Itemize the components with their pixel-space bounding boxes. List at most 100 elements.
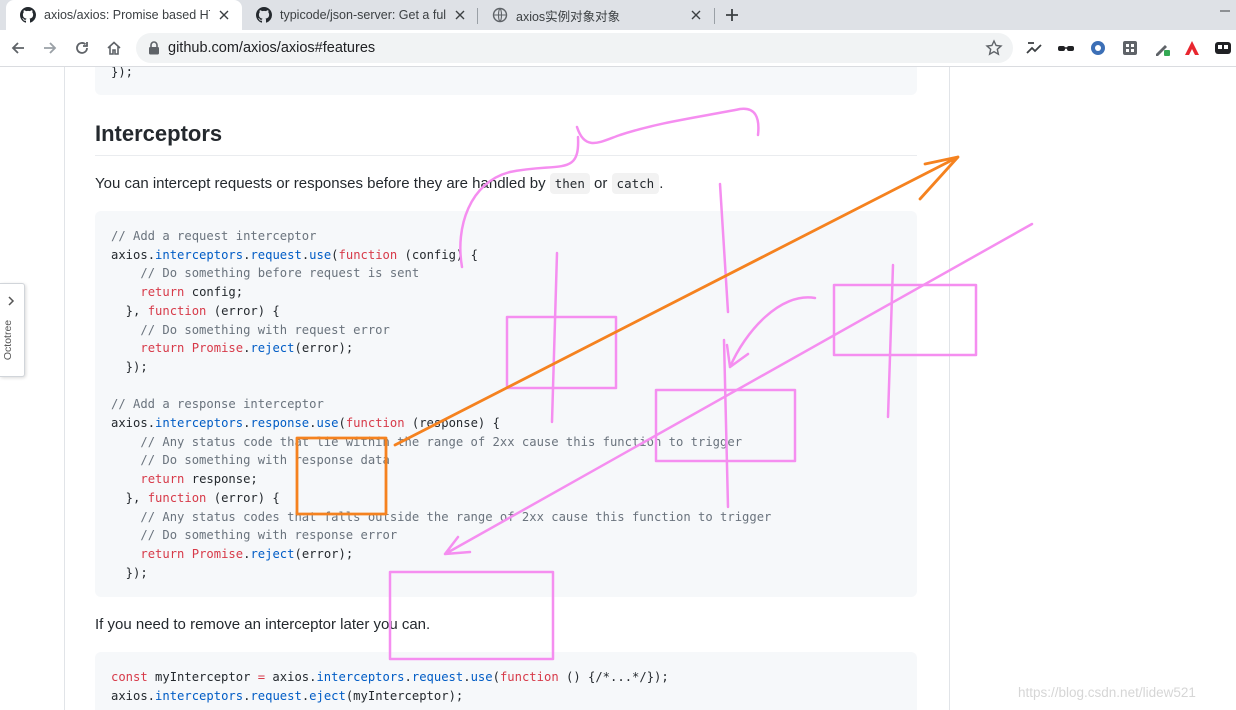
home-icon[interactable] <box>104 38 124 58</box>
code-block-previous: }); <box>95 67 917 95</box>
code-token: (error); <box>294 341 354 356</box>
code-comment: // Add a request interceptor <box>111 229 317 243</box>
code-token: myInterceptor <box>147 670 258 684</box>
github-icon <box>20 7 36 23</box>
code-token: interceptors <box>155 688 244 703</box>
code-token: function <box>147 303 207 318</box>
inline-code-then: then <box>549 173 590 194</box>
code-comment: // Do something with response error <box>140 528 398 543</box>
octotree-label: Octotree <box>2 319 15 361</box>
code-token: interceptors <box>155 247 244 262</box>
code-token: function <box>499 670 559 684</box>
code-token: axios. <box>111 688 156 703</box>
extension-circle-icon[interactable] <box>1089 39 1107 57</box>
code-comment: // Do something with response data <box>140 453 390 468</box>
intro-text: . <box>659 175 664 192</box>
code-token: (error) { <box>206 303 280 318</box>
code-token: return <box>140 546 185 561</box>
code-token: response; <box>184 472 258 487</box>
code-token: use <box>316 416 339 431</box>
intro-text: or <box>589 175 612 192</box>
code-block-interceptors[interactable]: // Add a request interceptor axios.inter… <box>95 211 917 597</box>
intro-paragraph: You can intercept requests or responses … <box>95 173 664 194</box>
remove-interceptor-text: If you need to remove an interceptor lat… <box>95 616 431 633</box>
extension-adobe-icon[interactable] <box>1183 39 1201 57</box>
code-token: request <box>411 670 464 684</box>
minimize-icon[interactable] <box>1218 4 1232 18</box>
tab-strip: axios/axios: Promise based HT typicode/j… <box>0 0 1236 30</box>
code-token: axios <box>111 247 148 262</box>
chevron-right-icon <box>6 294 16 306</box>
close-icon[interactable] <box>688 7 704 23</box>
forward-icon[interactable] <box>40 38 60 58</box>
page-heading: Interceptors <box>95 121 917 156</box>
tab-title: typicode/json-server: Get a ful <box>280 8 446 22</box>
code-token: request <box>250 688 302 703</box>
extension-grid-icon[interactable] <box>1121 39 1139 57</box>
url-text[interactable]: github.com/axios/axios#features <box>168 40 375 56</box>
code-token: (config) { <box>397 247 478 262</box>
tab-axios-instance[interactable]: axios实例对象对象 <box>478 0 714 30</box>
code-token: reject <box>250 546 295 561</box>
new-tab-icon[interactable] <box>722 5 742 25</box>
tab-json-server[interactable]: typicode/json-server: Get a ful <box>242 0 478 30</box>
tab-divider <box>714 8 715 24</box>
extension-glasses-icon[interactable] <box>1057 39 1075 57</box>
extension-face-icon[interactable] <box>1214 39 1232 57</box>
code-comment: // Add a response interceptor <box>111 397 324 412</box>
code-token: (response) { <box>404 416 500 431</box>
github-icon <box>256 7 272 23</box>
intro-text: You can intercept requests or responses … <box>95 175 550 192</box>
watermark-text: https://blog.csdn.net/lidew521 <box>1018 685 1196 700</box>
reload-icon[interactable] <box>72 38 92 58</box>
code-token: interceptors <box>155 416 244 431</box>
code-comment: // Any status code that lie within the r… <box>140 434 743 449</box>
code-token: return <box>140 341 185 356</box>
code-token: request <box>250 247 302 262</box>
code-token: axios <box>111 416 148 431</box>
close-icon[interactable] <box>216 7 232 23</box>
code-token: interceptors <box>316 670 405 684</box>
code-token: reject <box>250 341 295 356</box>
lock-icon[interactable] <box>148 41 160 55</box>
code-token: = <box>257 670 266 684</box>
code-token: axios. <box>265 670 317 684</box>
code-token: function <box>338 247 398 262</box>
extension-pen-icon[interactable] <box>1153 39 1171 57</box>
tab-title: axios/axios: Promise based HT <box>44 8 210 22</box>
inline-code-catch: catch <box>611 173 660 194</box>
code-token: }, <box>111 303 148 318</box>
code-token: }); <box>111 565 148 580</box>
code-comment: // Any status codes that falls outside t… <box>140 509 772 524</box>
code-token: const <box>111 670 148 684</box>
code-token: response <box>250 416 310 431</box>
extension-sync-icon[interactable] <box>1025 39 1043 57</box>
code-comment: // Do something with request error <box>140 322 390 337</box>
bookmark-star-icon[interactable] <box>985 39 1003 57</box>
back-icon[interactable] <box>8 38 28 58</box>
code-token: Promise <box>191 546 244 561</box>
code-token: Promise <box>191 341 244 356</box>
globe-icon <box>492 7 508 23</box>
code-token: function <box>345 416 405 431</box>
tab-title: axios实例对象对象 <box>516 9 621 24</box>
tab-axios[interactable]: axios/axios: Promise based HT <box>6 0 242 30</box>
code-token: use <box>309 247 332 262</box>
code-token: (myInterceptor); <box>345 688 464 703</box>
code-token: }, <box>111 490 148 505</box>
code-token: function <box>147 490 207 505</box>
browser-toolbar: github.com/axios/axios#features <box>0 30 1236 67</box>
code-comment: // Do something before request is sent <box>140 266 420 281</box>
close-icon[interactable] <box>452 7 468 23</box>
address-bar[interactable]: github.com/axios/axios#features <box>136 33 1013 63</box>
code-token: (error); <box>294 546 354 561</box>
code-token: return <box>140 285 185 300</box>
octotree-toggle[interactable]: Octotree <box>0 283 25 377</box>
code-token: return <box>140 472 185 487</box>
page-viewport[interactable]: }); Interceptors You can intercept reque… <box>0 67 1236 710</box>
code-token: }); <box>111 359 148 374</box>
code-line: }); <box>111 67 134 79</box>
code-block-eject[interactable]: const myInterceptor = axios.interceptors… <box>95 652 917 710</box>
code-token: (error) { <box>206 490 280 505</box>
code-token: use <box>470 670 493 684</box>
